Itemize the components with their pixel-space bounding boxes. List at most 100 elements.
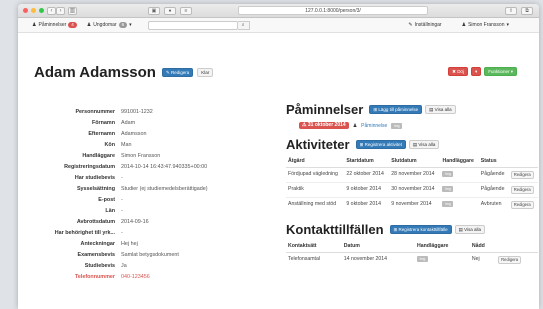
search-button[interactable]: ⌕ [237, 20, 250, 30]
handler-avatar-icon: img [391, 122, 403, 129]
nav-settings-label: Inställningar [414, 22, 442, 28]
column-header: Handläggare [415, 240, 470, 253]
reminder-link[interactable]: Påminnelse [361, 123, 387, 129]
activities-body: Fördjupad vägledning 22 oktober 2014 28 no… [286, 167, 538, 212]
table-row: Fördjupad vägledning 22 oktober 2014 28 no… [286, 167, 538, 183]
zoom-window-button[interactable] [39, 8, 44, 13]
edit-activity-button[interactable]: Redigera [510, 186, 534, 194]
nav-settings[interactable]: ✎ Inställningar [408, 22, 441, 28]
bell-icon: ♟ [32, 22, 37, 28]
add-contact-button[interactable]: ⊞ Registrera kontakttillfälle [389, 225, 452, 234]
column-header: Handläggare [440, 155, 479, 168]
nav-reminders-label: Påminnelser [38, 22, 67, 28]
column-header: Datum [341, 240, 415, 253]
share-icon[interactable]: ⇧ [505, 7, 517, 15]
detail-row: Studiebevis Ja [26, 260, 276, 271]
detail-label: Efternamn [88, 130, 115, 137]
show-all-reminders-button[interactable]: ▤ Visa alla [425, 105, 456, 114]
minimize-window-button[interactable] [31, 8, 36, 13]
caret-down-icon: ▾ [129, 22, 132, 28]
nav-user[interactable]: ♟ Simon Fransson ▾ [462, 22, 509, 28]
activity-end: 28 november 2014 [389, 167, 441, 183]
detail-row: Förnamn Adam [26, 117, 276, 128]
detail-label: Personnummer [75, 108, 115, 115]
reminders-header: Påminnelser ⊞ Lägg till påminnelse ▤ Vis… [286, 102, 538, 117]
column-header: Slutdatum [389, 155, 441, 168]
reader-icon[interactable]: ≡ [180, 7, 192, 15]
activity-edit-cell: Redigera [508, 197, 538, 212]
nav-user-label: Simon Fransson [468, 22, 505, 28]
detail-value: Adamsson [121, 130, 147, 137]
hide-button[interactable]: ✖ Döj [448, 67, 468, 76]
show-all-contacts-label: Visa alla [464, 227, 482, 232]
hide-dropdown-button[interactable]: ▾ [470, 67, 482, 76]
done-button[interactable]: Klar [197, 68, 214, 77]
detail-label: Telefonnummer [74, 273, 115, 280]
browser-right-tools: ⇧ ⧉ [505, 7, 533, 15]
add-reminder-button[interactable]: ⊞ Lägg till påminnelse [369, 105, 423, 114]
detail-value: 040-123456 [121, 273, 150, 280]
activity-status: Avbruten [478, 197, 509, 212]
detail-label: Har studiebevis [74, 174, 115, 181]
contact-edit-cell: Redigera [496, 252, 538, 267]
detail-label: Anteckningar [80, 240, 115, 247]
handler-avatar-icon: img [442, 186, 454, 192]
detail-value: Man [121, 141, 132, 148]
activity-action: Anställning med stöd [286, 197, 345, 212]
nav-youth[interactable]: ♟ Ungdomar 6 ▾ [87, 22, 132, 28]
activities-title: Aktiviteter [286, 137, 350, 152]
add-reminder-label: Lägg till påminnelse [378, 107, 419, 112]
contacts-header-row: Kontaktsätt Datum Handläggare Nådd [286, 240, 538, 253]
show-all-activities-button[interactable]: ▤ Visa alla [408, 140, 440, 149]
edit-person-button[interactable]: ✎ Redigera [161, 68, 194, 77]
activity-status: Pågående [478, 182, 509, 198]
close-window-button[interactable] [23, 8, 28, 13]
activity-action: Fördjupad vägledning [286, 167, 345, 183]
detail-label: Kön [104, 141, 115, 148]
header-actions: ✖ Döj ▾ Funktioner ▾ [448, 67, 517, 76]
edit-contact-button[interactable]: Redigera [498, 256, 522, 264]
detail-row: Examensbevis Samlat betygsdokument [26, 249, 276, 260]
right-column: Påminnelser ⊞ Lägg till påminnelse ▤ Vis… [286, 102, 538, 267]
activity-end: 30 november 2014 [389, 182, 441, 198]
activity-handler: img [440, 182, 479, 198]
detail-value: - [121, 174, 123, 181]
detail-label: Examensbevis [77, 251, 115, 258]
nav-reminders[interactable]: ♟ Påminnelser 4 [32, 22, 77, 28]
browser-window: ‹ › ▥ ▣ ● ≡ 127.0.0.1:8000/person/3/ ⇧ ⧉… [18, 4, 539, 309]
new-tab-icon[interactable]: ⧉ [521, 7, 533, 15]
address-bar[interactable]: 127.0.0.1:8000/person/3/ [238, 6, 428, 15]
app-navbar: ♟ Påminnelser 4 ♟ Ungdomar 6 ▾ ⌕ ✎ Instä… [18, 18, 539, 33]
privacy-icon[interactable]: ● [164, 7, 176, 15]
functions-button[interactable]: Funktioner ▾ [484, 67, 517, 76]
activities-table: Åtgärd Startdatum Slutdatum Handläggare Stat… [286, 155, 538, 212]
detail-row: E-post - [26, 194, 276, 205]
column-header: Status [478, 155, 509, 168]
activity-start: 9 oktober 2014 [344, 182, 390, 198]
navbar-right: ✎ Inställningar ♟ Simon Fransson ▾ [408, 22, 519, 28]
contacts-title: Kontakttillfällen [286, 222, 384, 237]
show-all-reminders-label: Visa alla [434, 107, 452, 112]
search-icon: ⌕ [241, 21, 245, 28]
sidebar-icon[interactable]: ▥ [68, 6, 77, 15]
show-all-activities-label: Visa alla [418, 142, 436, 147]
edit-activity-button[interactable]: Redigera [510, 171, 534, 179]
detail-value: - [121, 229, 123, 236]
table-row: Anställning med stöd 9 oktober 2014 9 nove… [286, 197, 538, 212]
table-row: Praktik 9 oktober 2014 30 november 2014 img… [286, 182, 538, 198]
window-controls [23, 8, 44, 13]
search-input[interactable] [147, 20, 238, 30]
tab-overview-icon[interactable]: ▣ [148, 7, 160, 15]
show-all-contacts-button[interactable]: ▤ Visa alla [454, 225, 486, 234]
detail-row: Län - [26, 205, 276, 216]
person-details: Personnummer 991001-1232 Förnamn Adam Eftern… [26, 106, 276, 282]
back-arrow-icon[interactable]: ‹ [47, 6, 56, 15]
forward-arrow-icon[interactable]: › [56, 6, 65, 15]
browser-toolbar: ‹ › ▥ ▣ ● ≡ 127.0.0.1:8000/person/3/ ⇧ ⧉ [18, 4, 539, 18]
detail-row: Efternamn Adamsson [26, 128, 276, 139]
detail-label: Studiebevis [84, 262, 115, 269]
activity-status: Pågående [478, 167, 509, 183]
edit-activity-button[interactable]: Redigera [510, 201, 534, 209]
youth-count-badge: 6 [118, 22, 128, 28]
add-activity-button[interactable]: ⊞ Registrera aktivitet [355, 140, 406, 149]
